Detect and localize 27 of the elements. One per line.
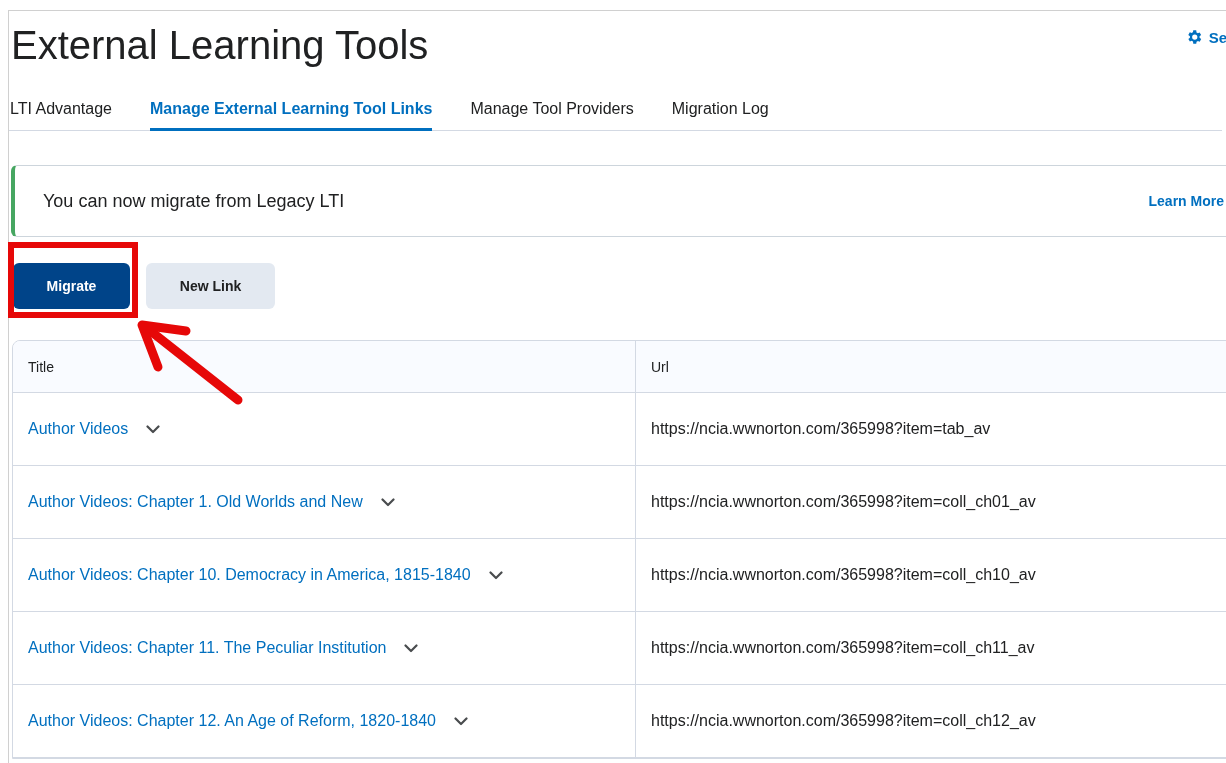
url-text: https://ncia.wwnorton.com/365998?item=coll_ch01_av <box>651 493 1036 511</box>
chevron-icon[interactable] <box>404 643 419 653</box>
tool-link[interactable]: Author Videos: Chapter 12. An Age of Reform, 1820-1840 <box>28 712 436 730</box>
column-header: Url <box>636 341 1226 393</box>
tool-link[interactable]: Author Videos: Chapter 10. Democracy in America, 1815-1840 <box>28 566 471 584</box>
url-text: https://ncia.wwnorton.com/365998?item=tab_av <box>651 420 991 438</box>
chevron-icon[interactable] <box>146 424 161 434</box>
tool-link[interactable]: Author Videos <box>28 420 129 438</box>
learn-more-link[interactable]: Learn More <box>1148 193 1224 209</box>
page-title: External Learning Tools <box>11 22 429 69</box>
tab[interactable]: Manage Tool Providers <box>470 100 634 131</box>
chevron-icon[interactable] <box>454 716 468 726</box>
tool-link[interactable]: Author Videos: Chapter 11. The Peculiar Institution <box>28 639 387 657</box>
tab[interactable]: Manage External Learning Tool Links <box>150 100 433 131</box>
new-link-button[interactable]: New Link <box>146 263 275 309</box>
migrate-button[interactable]: Migrate <box>13 263 130 309</box>
url-text: https://ncia.wwnorton.com/365998?item=coll_ch12_av <box>651 712 1036 730</box>
tab[interactable]: Migration Log <box>671 100 769 131</box>
url-text: https://ncia.wwnorton.com/365998?item=coll_ch11_av <box>651 639 1035 657</box>
url-text: https://ncia.wwnorton.com/365998?item=coll_ch10_av <box>651 566 1036 584</box>
chevron-icon[interactable] <box>380 497 395 507</box>
tool-link[interactable]: Author Videos: Chapter 1. Old Worlds and New <box>28 493 363 511</box>
chevron-icon[interactable] <box>488 570 503 580</box>
tab[interactable]: LTI Advantage <box>10 100 112 131</box>
column-header: Title <box>13 341 636 393</box>
settings-link[interactable]: Se <box>1184 28 1226 46</box>
alert-message: You can now migrate from Legacy LTI <box>43 190 345 212</box>
